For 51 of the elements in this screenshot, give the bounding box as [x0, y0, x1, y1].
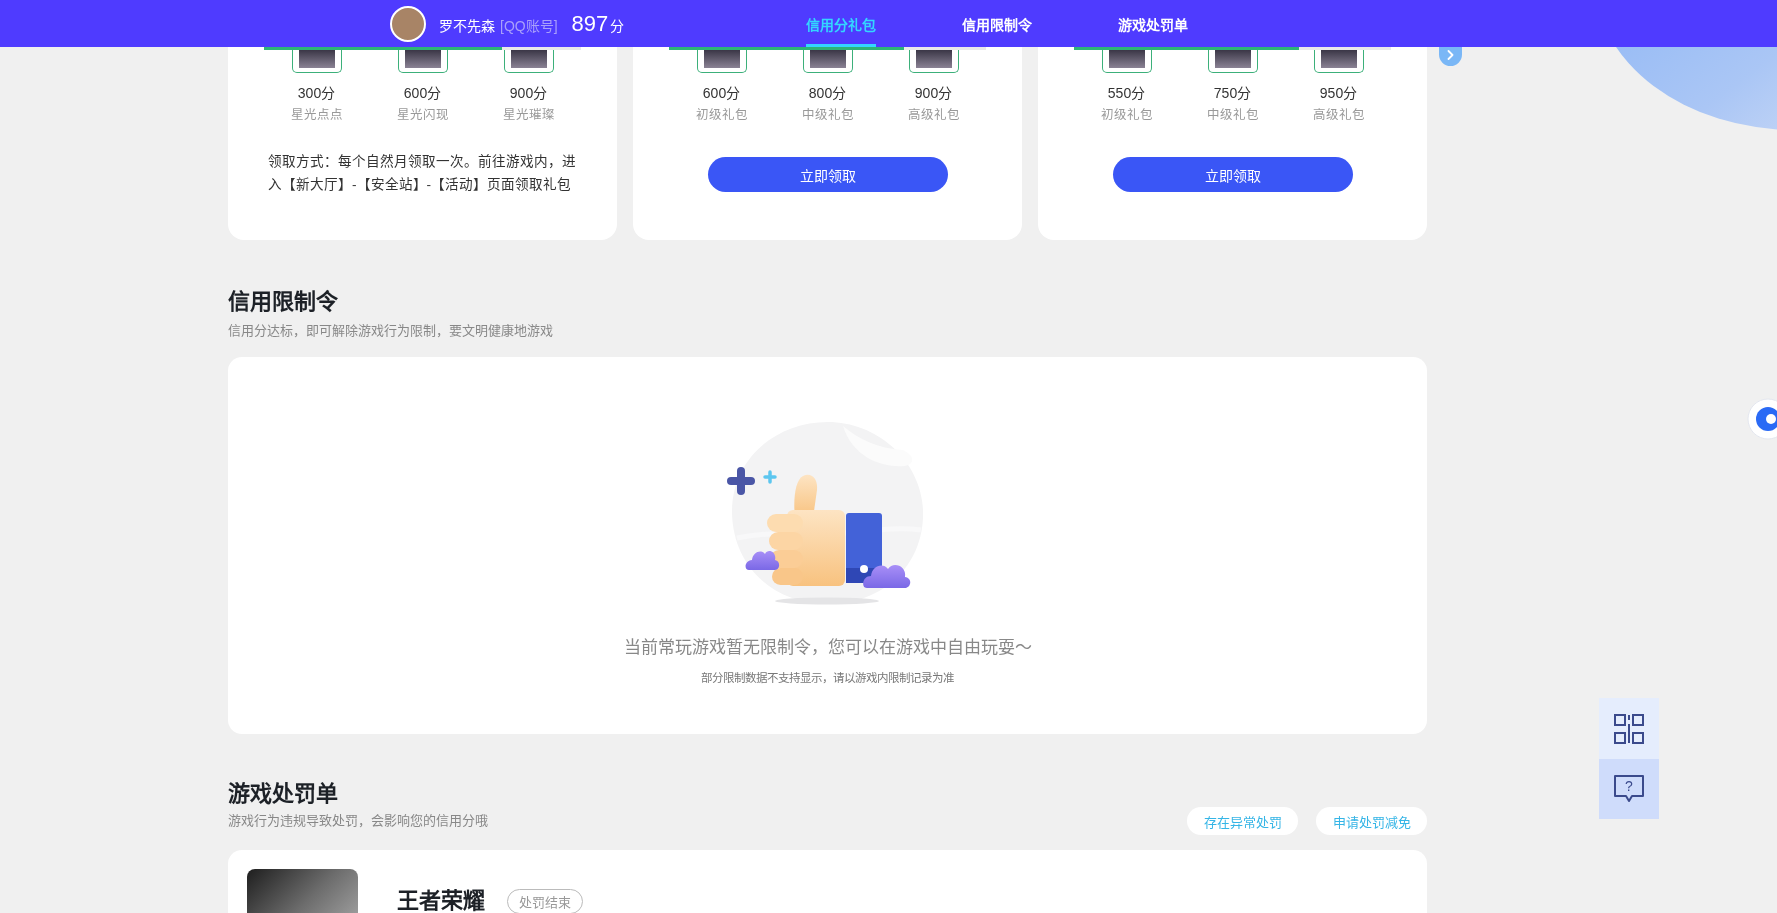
gift-item-image — [397, 50, 448, 73]
chevron-right-icon — [1447, 50, 1454, 60]
tier-score: 750分 — [1213, 84, 1252, 103]
qr-code-button[interactable] — [1599, 698, 1659, 759]
tier-name: 星光点点 — [290, 107, 343, 124]
tier-name: 中级礼包 — [1206, 107, 1259, 124]
penalty-record-card[interactable]: 王者荣耀 处罚结束 — [228, 850, 1427, 913]
tier-name: 初级礼包 — [1100, 107, 1153, 124]
account-type-label: [QQ账号] — [500, 16, 558, 35]
claim-button[interactable]: 立即领取 — [707, 157, 948, 192]
section-title: 游戏处罚单 — [228, 781, 339, 807]
empty-message: 当前常玩游戏暂无限制令，您可以在游戏中自由玩耍～ — [623, 637, 1032, 659]
claim-button[interactable]: 立即领取 — [1112, 157, 1353, 192]
gift-item-image — [908, 50, 959, 73]
help-button[interactable]: ? — [1599, 759, 1659, 819]
empty-note: 部分限制数据不支持显示，请以游戏内限制记录为准 — [701, 671, 954, 686]
section-title: 信用限制令 — [228, 289, 339, 315]
credit-score: 897 — [571, 10, 609, 37]
gift-item-image — [1313, 50, 1364, 73]
gift-item-image — [1101, 50, 1152, 73]
section-subtitle: 游戏行为违规导致处罚，会影响您的信用分哦 — [228, 812, 488, 830]
tier-score: 550分 — [1107, 84, 1146, 103]
tier-score: 900分 — [914, 84, 953, 103]
score-unit: 分 — [610, 16, 625, 35]
tier-score: 600分 — [702, 84, 741, 103]
gift-item-image — [802, 50, 853, 73]
gift-item-image — [696, 50, 747, 73]
tier-score: 300分 — [297, 84, 336, 103]
tier-name: 星光璀璨 — [502, 107, 555, 124]
nav-tab[interactable]: 信用限制令 — [962, 0, 1032, 47]
gift-item-image — [291, 50, 342, 73]
tier-name: 星光闪现 — [396, 107, 449, 124]
ring-logo-icon[interactable] — [1747, 398, 1777, 440]
claim-instructions: 领取方式：每个自然月领取一次。前往游戏内，进入【新大厅】-【安全站】-【活动】页面领取礼包 — [268, 153, 577, 194]
nav-tab[interactable]: 游戏处罚单 — [1118, 0, 1188, 47]
game-title: 王者荣耀 — [397, 888, 485, 913]
tier-name: 高级礼包 — [907, 107, 960, 124]
user-name: 罗不先森 — [439, 16, 495, 35]
section-subtitle: 信用分达标，即可解除游戏行为限制，要文明健康地游戏 — [228, 322, 553, 340]
user-avatar — [390, 5, 426, 42]
tier-score: 800分 — [808, 84, 847, 103]
tier-score: 900分 — [509, 84, 548, 103]
tier-score: 600分 — [403, 84, 442, 103]
tier-name: 中级礼包 — [801, 107, 854, 124]
gift-item-image — [1207, 50, 1258, 73]
help-bubble-icon: ? — [1613, 774, 1645, 804]
tier-name: 初级礼包 — [695, 107, 748, 124]
tier-score: 950分 — [1319, 84, 1358, 103]
tier-name: 高级礼包 — [1312, 107, 1365, 124]
qr-code-icon — [1614, 713, 1644, 744]
gift-item-image — [503, 50, 554, 73]
